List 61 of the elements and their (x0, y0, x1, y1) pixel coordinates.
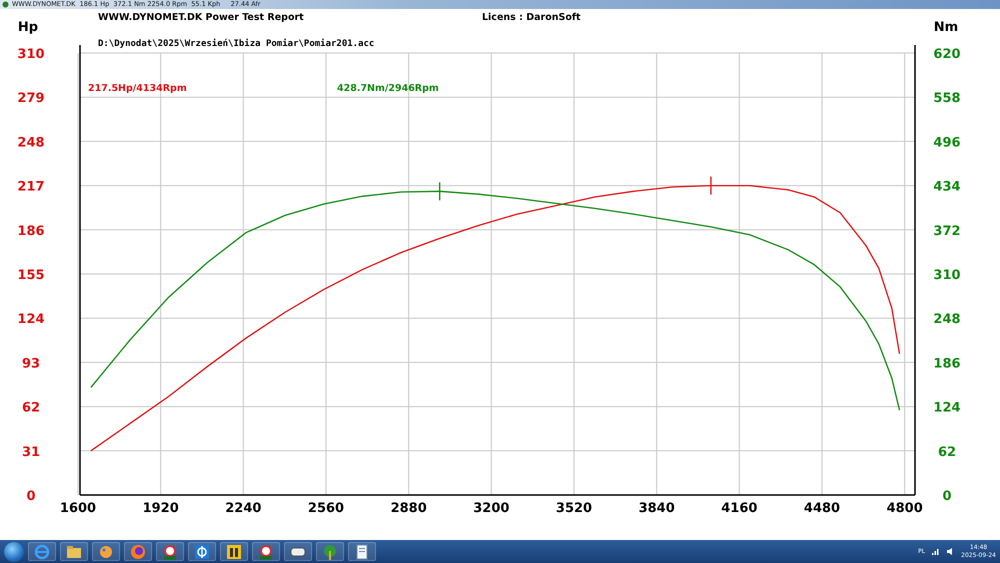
peak-label: 217.5Hp/4134Rpm (88, 83, 187, 94)
tick-label: 3520 (556, 501, 592, 516)
tick-label: 93 (22, 356, 40, 372)
tick-label: 1920 (142, 501, 179, 516)
tick-label: 310 (933, 268, 961, 283)
app-icon (2, 1, 9, 8)
tick-label: 248 (933, 312, 961, 328)
taskbar-button[interactable] (188, 542, 216, 561)
axis-title: Nm (934, 20, 958, 35)
tick-label: 0 (26, 489, 36, 504)
tick-label: 3840 (638, 501, 675, 516)
tick-label: 186 (933, 356, 961, 372)
tick-label: 4480 (804, 501, 840, 516)
tick-label: 62 (22, 400, 40, 416)
licence-text: Licens : DaronSoft (482, 12, 581, 23)
app-icon (129, 542, 147, 560)
tick-label: 248 (17, 135, 45, 150)
tick-label: 434 (933, 180, 961, 195)
tick-label: 496 (933, 135, 961, 150)
tick-label: 31 (22, 444, 40, 460)
app-icon (225, 542, 243, 560)
tick-label: 186 (17, 224, 45, 239)
tick-label: 310 (17, 47, 45, 62)
tick-label: 155 (17, 268, 45, 283)
tick-label: 279 (17, 91, 45, 106)
tick-label: 620 (933, 47, 961, 62)
taskbar-button[interactable] (156, 542, 184, 561)
tick-label: 124 (933, 400, 961, 416)
taskbar-button[interactable] (252, 542, 280, 561)
taskbar-button[interactable] (348, 542, 376, 561)
start-button[interactable] (4, 542, 24, 562)
app-icon (321, 542, 339, 560)
tick-label: 1600 (60, 501, 96, 516)
taskbar-button[interactable] (316, 542, 344, 561)
tick-label: 372 (933, 224, 961, 239)
peak-label: 428.7Nm/2946Rpm (337, 83, 439, 94)
tick-label: 558 (933, 91, 961, 106)
tick-label: 4800 (886, 501, 923, 516)
tick-label: 217 (17, 180, 45, 195)
tick-label: 3200 (473, 501, 510, 516)
axis-title: Hp (18, 20, 38, 35)
taskbar-button[interactable] (60, 542, 88, 561)
app-icon (193, 542, 211, 560)
peak-marker (439, 182, 440, 200)
tick-label: 0 (942, 489, 952, 504)
tick-label: 62 (938, 444, 956, 460)
file-path: D:\Dynodat\2025\Wrzesień\Ibiza Pomiar\Pomiar201.acc (98, 39, 374, 49)
tick-label: 2240 (225, 501, 262, 516)
report-title: WWW.DYNOMET.DK Power Test Report (98, 12, 304, 23)
app-icon (33, 542, 51, 560)
app-icon (161, 542, 179, 560)
tick-label: 124 (17, 312, 45, 328)
app-icon (257, 542, 275, 560)
tick-label: 4160 (721, 501, 758, 516)
taskbar-button[interactable] (92, 542, 120, 561)
tick-label: 2880 (390, 501, 427, 516)
tick-label: 2560 (308, 501, 344, 516)
peak-marker (710, 176, 712, 195)
network-icon[interactable] (931, 547, 940, 556)
taskbar-button[interactable] (220, 542, 248, 561)
taskbar-button[interactable] (284, 542, 312, 561)
